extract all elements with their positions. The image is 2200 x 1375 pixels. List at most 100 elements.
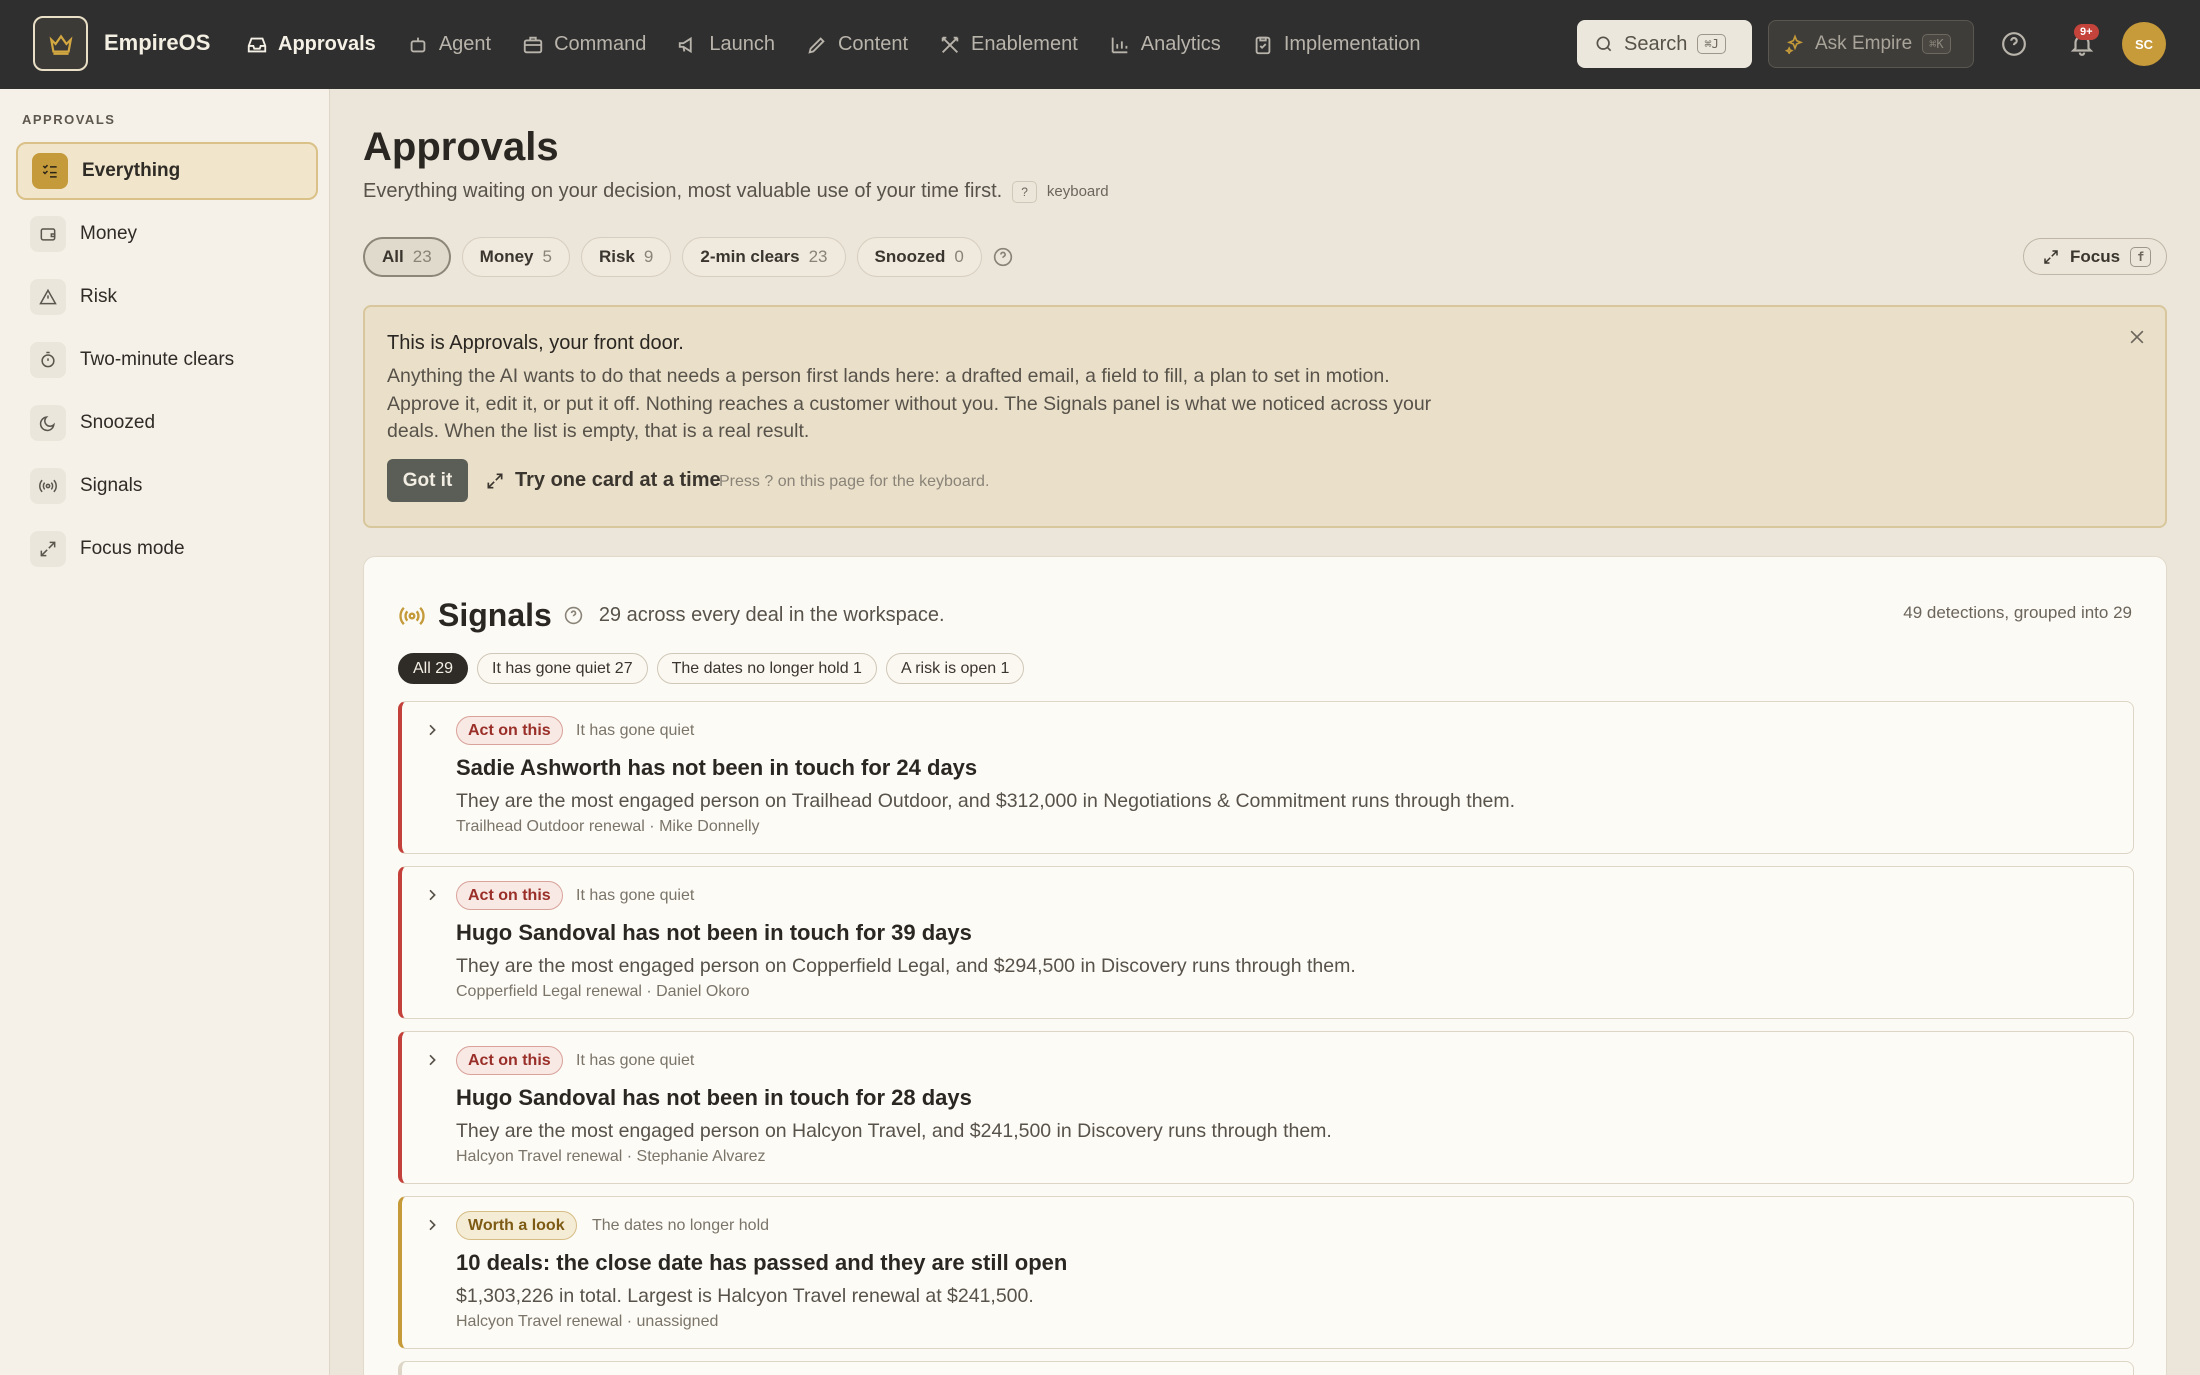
sidebar-item-two-minute-clears[interactable]: Two-minute clears bbox=[16, 331, 318, 389]
sidebar-item-snoozed[interactable]: Snoozed bbox=[16, 394, 318, 452]
filter-count: 23 bbox=[808, 247, 828, 266]
signal-card[interactable]: Act on this It has gone quiet Hugo Sando… bbox=[398, 866, 2134, 1019]
sidebar-item-label: Focus mode bbox=[80, 538, 185, 559]
sidebar-item-focus-mode[interactable]: Focus mode bbox=[16, 520, 318, 578]
brand-name[interactable]: EmpireOS bbox=[104, 30, 210, 56]
nav-label: Launch bbox=[709, 33, 775, 55]
nav-label: Enablement bbox=[971, 33, 1078, 55]
chip-all[interactable]: All 29 bbox=[398, 653, 469, 684]
signal-kind: It has gone quiet bbox=[576, 887, 695, 904]
signal-kind: It has gone quiet bbox=[576, 722, 695, 739]
sidebar-item-risk[interactable]: Risk bbox=[16, 268, 318, 326]
sidebar-item-signals[interactable]: Signals bbox=[16, 457, 318, 515]
clipboard-check-icon bbox=[1255, 36, 1271, 54]
intro-title: This is Approvals, your front door. bbox=[387, 332, 684, 354]
help-circle-icon[interactable] bbox=[564, 606, 583, 625]
filter-count: 9 bbox=[643, 247, 654, 266]
chevron-right-icon[interactable] bbox=[424, 887, 440, 903]
chevron-right-icon[interactable] bbox=[424, 1052, 440, 1068]
signal-kind: It has gone quiet bbox=[576, 1052, 695, 1069]
filter-label: 2-min clears bbox=[700, 247, 800, 266]
checklist-icon bbox=[32, 153, 68, 189]
chevron-right-icon[interactable] bbox=[424, 1217, 440, 1233]
filter-count: 0 bbox=[954, 247, 964, 266]
signal-description: They are the most engaged person on Copp… bbox=[456, 955, 1356, 977]
sparkles-icon bbox=[1785, 34, 1804, 54]
signal-meta: Halcyon Travel renewal · Stephanie Alvar… bbox=[456, 1148, 766, 1165]
subtitle-text: Everything waiting on your decision, mos… bbox=[363, 180, 1003, 202]
nav-label: Implementation bbox=[1283, 33, 1421, 55]
sidebar-item-label: Risk bbox=[80, 286, 117, 307]
filter-label: Money bbox=[479, 247, 534, 266]
sidebar-item-money[interactable]: Money bbox=[16, 205, 318, 263]
ask-label: Ask Empire bbox=[1815, 33, 1913, 54]
nav-launch[interactable]: Launch bbox=[675, 0, 794, 89]
signal-kind: The dates no longer hold bbox=[592, 1217, 770, 1234]
try-one-label: Try one card at a time bbox=[515, 469, 721, 491]
ask-shortcut: ⌘K bbox=[1922, 34, 1951, 54]
signal-meta: Trailhead Outdoor renewal · Mike Donnell… bbox=[456, 818, 760, 835]
got-it-button[interactable]: Got it bbox=[387, 459, 468, 502]
detections-summary: 49 detections, grouped into 29 bbox=[1903, 603, 2132, 622]
signal-title: 10 deals: the close date has passed and … bbox=[456, 1250, 1068, 1275]
help-icon[interactable] bbox=[2001, 31, 2027, 57]
nav-approvals[interactable]: Approvals bbox=[244, 0, 395, 89]
expand-icon bbox=[30, 531, 66, 567]
sidebar-item-everything[interactable]: Everything bbox=[16, 142, 318, 200]
signal-title: Hugo Sandoval has not been in touch for … bbox=[456, 920, 972, 945]
signal-description: They are the most engaged person on Halc… bbox=[456, 1120, 1332, 1142]
page-title: Approvals bbox=[363, 125, 559, 169]
signals-panel: Signals 29 across every deal in the work… bbox=[363, 556, 2167, 1375]
filter-count: 5 bbox=[542, 247, 552, 266]
filter-2-min-clears[interactable]: 2-min clears 23 bbox=[682, 237, 846, 277]
search-icon bbox=[1596, 36, 1612, 52]
nav-agent[interactable]: Agent bbox=[405, 0, 510, 89]
avatar[interactable]: SC bbox=[2122, 22, 2166, 66]
sidebar: APPROVALS Everything Money Risk Two-minu… bbox=[0, 89, 330, 1375]
filter-all[interactable]: All 23 bbox=[363, 237, 451, 277]
chevron-right-icon[interactable] bbox=[424, 722, 440, 738]
filter-money[interactable]: Money 5 bbox=[461, 237, 570, 277]
nav-label: Command bbox=[554, 33, 647, 55]
nav-content[interactable]: Content bbox=[804, 0, 927, 89]
signal-card[interactable]: Act on this It has gone quiet Sadie Ashw… bbox=[398, 701, 2134, 854]
chip-dates-no-longer-hold[interactable]: The dates no longer hold 1 bbox=[656, 653, 877, 684]
keyboard-hint-key[interactable]: ? bbox=[1012, 180, 1037, 203]
crown-logo-icon[interactable] bbox=[33, 16, 88, 71]
broadcast-icon bbox=[399, 606, 425, 625]
close-icon[interactable] bbox=[2127, 327, 2147, 347]
chip-gone-quiet[interactable]: It has gone quiet 27 bbox=[477, 653, 648, 684]
focus-shortcut: f bbox=[2130, 246, 2152, 267]
nav-command[interactable]: Command bbox=[520, 0, 665, 89]
nav-label: Approvals bbox=[278, 33, 376, 55]
focus-button[interactable]: Focus f bbox=[2023, 238, 2167, 275]
signals-title: Signals bbox=[438, 597, 552, 633]
crossed-swords-icon bbox=[941, 36, 959, 53]
main-nav: Approvals Agent Command Launch Content E… bbox=[244, 0, 1446, 89]
chip-risk-open[interactable]: A risk is open 1 bbox=[885, 653, 1025, 684]
help-circle-icon[interactable] bbox=[993, 247, 1013, 267]
sidebar-item-label: Two-minute clears bbox=[80, 349, 235, 370]
ask-empire-button[interactable]: Ask Empire ⌘K bbox=[1768, 20, 1974, 68]
signal-filter-chips: All 29 It has gone quiet 27 The dates no… bbox=[398, 653, 1025, 684]
signal-card-partial[interactable] bbox=[398, 1361, 2134, 1375]
signal-card[interactable]: Worth a look The dates no longer hold 10… bbox=[398, 1196, 2134, 1349]
search-shortcut: ⌘J bbox=[1697, 34, 1726, 54]
bar-chart-icon bbox=[1111, 37, 1128, 53]
top-bar: EmpireOS Approvals Agent Command Launch … bbox=[0, 0, 2200, 89]
timer-icon bbox=[30, 342, 66, 378]
nav-implementation[interactable]: Implementation bbox=[1250, 0, 1440, 89]
try-one-card-button[interactable]: Try one card at a time bbox=[485, 469, 721, 492]
nav-label: Agent bbox=[438, 33, 492, 55]
nav-enablement[interactable]: Enablement bbox=[937, 0, 1097, 89]
intro-banner: This is Approvals, your front door. Anyt… bbox=[363, 305, 2167, 528]
filter-snoozed[interactable]: Snoozed 0 bbox=[856, 237, 982, 277]
search-button[interactable]: Search ⌘J bbox=[1577, 20, 1752, 68]
expand-icon bbox=[487, 473, 503, 488]
filter-risk[interactable]: Risk 9 bbox=[580, 237, 672, 277]
filter-label: Snoozed bbox=[874, 247, 946, 266]
nav-analytics[interactable]: Analytics bbox=[1107, 0, 1240, 89]
signals-count: 29 across every deal in the workspace. bbox=[598, 604, 945, 626]
notification-badge: 9+ bbox=[2074, 24, 2099, 40]
signal-card[interactable]: Act on this It has gone quiet Hugo Sando… bbox=[398, 1031, 2134, 1184]
